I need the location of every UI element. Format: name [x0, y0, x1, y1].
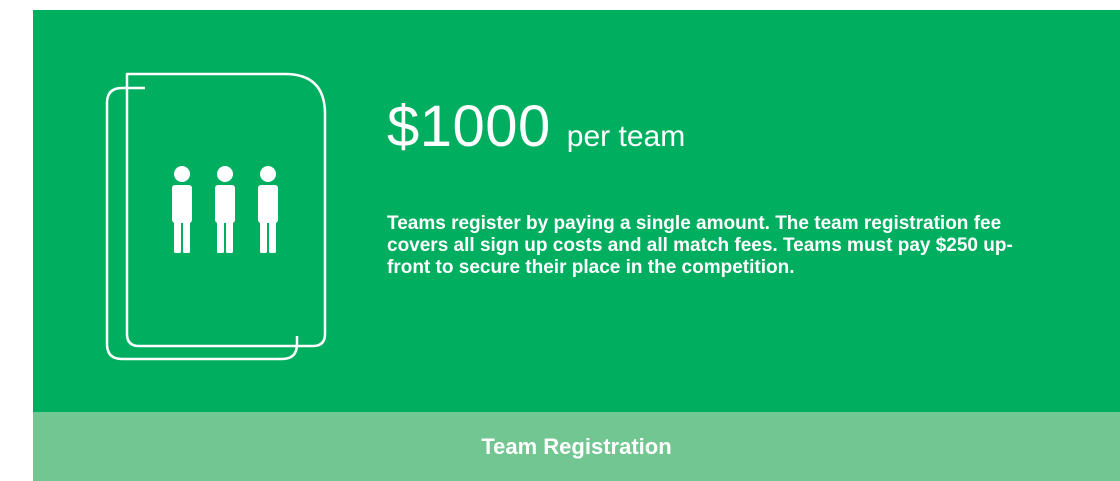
people-icon — [172, 166, 278, 253]
team-document-icon — [105, 72, 335, 372]
team-registration-button[interactable]: Team Registration — [33, 412, 1120, 481]
team-registration-label: Team Registration — [481, 433, 672, 459]
pricing-card: $1000 per team Teams register by paying … — [33, 10, 1120, 481]
price-unit: per team — [566, 120, 686, 153]
price-amount: $1000 — [387, 94, 551, 159]
pricing-description: Teams register by paying a single amount… — [387, 213, 1013, 278]
price-heading: $1000 per team — [387, 98, 685, 156]
